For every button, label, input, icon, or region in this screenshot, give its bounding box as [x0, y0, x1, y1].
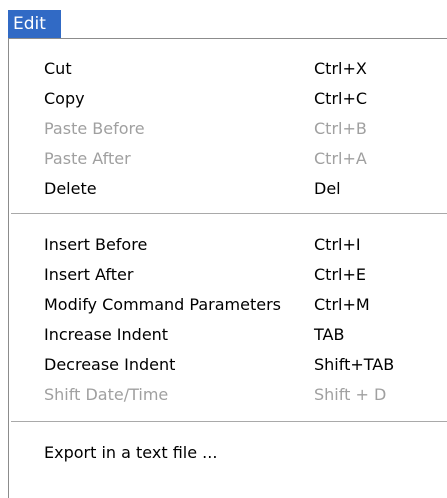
menu-item-shift-date-time[interactable]: Shift Date/Time Shift + D	[9, 381, 447, 409]
menu-item-label: Paste After	[44, 149, 131, 168]
menu-item-insert-before[interactable]: Insert Before Ctrl+I	[9, 231, 447, 259]
menu-item-label: Modify Command Parameters	[44, 295, 281, 314]
menu-item-label: Cut	[44, 59, 72, 78]
menu-bar: Edit	[0, 0, 447, 38]
edit-menu-dropdown: Cut Ctrl+X Copy Ctrl+C Paste Before Ctrl…	[8, 38, 447, 498]
menu-item-shortcut: Ctrl+E	[314, 265, 366, 284]
menu-item-label: Increase Indent	[44, 325, 169, 344]
menu-separator	[11, 421, 447, 423]
menu-item-export-text-file[interactable]: Export in a text file ...	[9, 439, 447, 467]
menu-item-shortcut: Ctrl+B	[314, 119, 367, 138]
menu-item-label: Decrease Indent	[44, 355, 176, 374]
menu-item-cut[interactable]: Cut Ctrl+X	[9, 55, 447, 83]
menu-separator	[11, 213, 447, 215]
menu-item-shortcut: Ctrl+A	[314, 149, 367, 168]
menu-item-shortcut: Del	[314, 179, 341, 198]
menu-item-insert-after[interactable]: Insert After Ctrl+E	[9, 261, 447, 289]
menu-item-label: Delete	[44, 179, 97, 198]
menu-item-label: Export in a text file ...	[44, 443, 218, 462]
menu-item-modify-command-parameters[interactable]: Modify Command Parameters Ctrl+M	[9, 291, 447, 319]
menu-item-paste-after[interactable]: Paste After Ctrl+A	[9, 145, 447, 173]
menu-item-shortcut: Ctrl+C	[314, 89, 368, 108]
menu-item-shortcut: TAB	[314, 325, 345, 344]
menu-item-shortcut: Ctrl+I	[314, 235, 361, 254]
menu-item-shortcut: Shift + D	[314, 385, 387, 404]
menu-item-label: Copy	[44, 89, 85, 108]
menu-item-delete[interactable]: Delete Del	[9, 175, 447, 203]
menu-item-shortcut: Ctrl+M	[314, 295, 370, 314]
menu-item-shortcut: Shift+TAB	[314, 355, 395, 374]
menu-item-label: Paste Before	[44, 119, 145, 138]
menu-item-label: Insert Before	[44, 235, 148, 254]
menu-item-copy[interactable]: Copy Ctrl+C	[9, 85, 447, 113]
menu-item-label: Insert After	[44, 265, 134, 284]
menu-item-shortcut: Ctrl+X	[314, 59, 367, 78]
menu-item-paste-before[interactable]: Paste Before Ctrl+B	[9, 115, 447, 143]
edit-menu-title[interactable]: Edit	[8, 10, 61, 38]
menu-item-decrease-indent[interactable]: Decrease Indent Shift+TAB	[9, 351, 447, 379]
menu-item-increase-indent[interactable]: Increase Indent TAB	[9, 321, 447, 349]
menu-item-label: Shift Date/Time	[44, 385, 169, 404]
